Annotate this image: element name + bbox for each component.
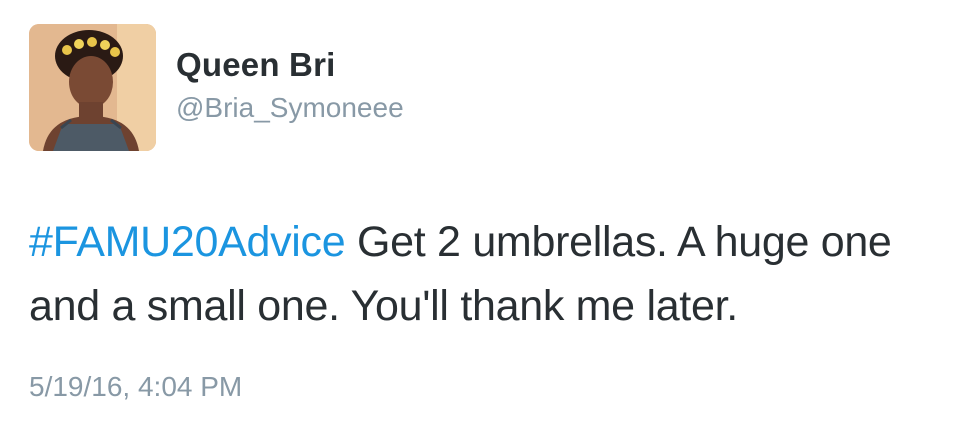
user-handle[interactable]: @Bria_Symoneee <box>176 92 404 124</box>
tweet-card: Queen Bri @Bria_Symoneee #FAMU20Advice G… <box>0 0 980 441</box>
avatar-photo <box>29 24 156 151</box>
display-name[interactable]: Queen Bri <box>176 46 336 84</box>
tweet-timestamp[interactable]: 5/19/16, 4:04 PM <box>29 371 242 403</box>
tweet-text: #FAMU20Advice Get 2 umbrellas. A huge on… <box>29 210 959 338</box>
avatar[interactable] <box>29 24 156 151</box>
hashtag-link[interactable]: #FAMU20Advice <box>29 218 346 266</box>
